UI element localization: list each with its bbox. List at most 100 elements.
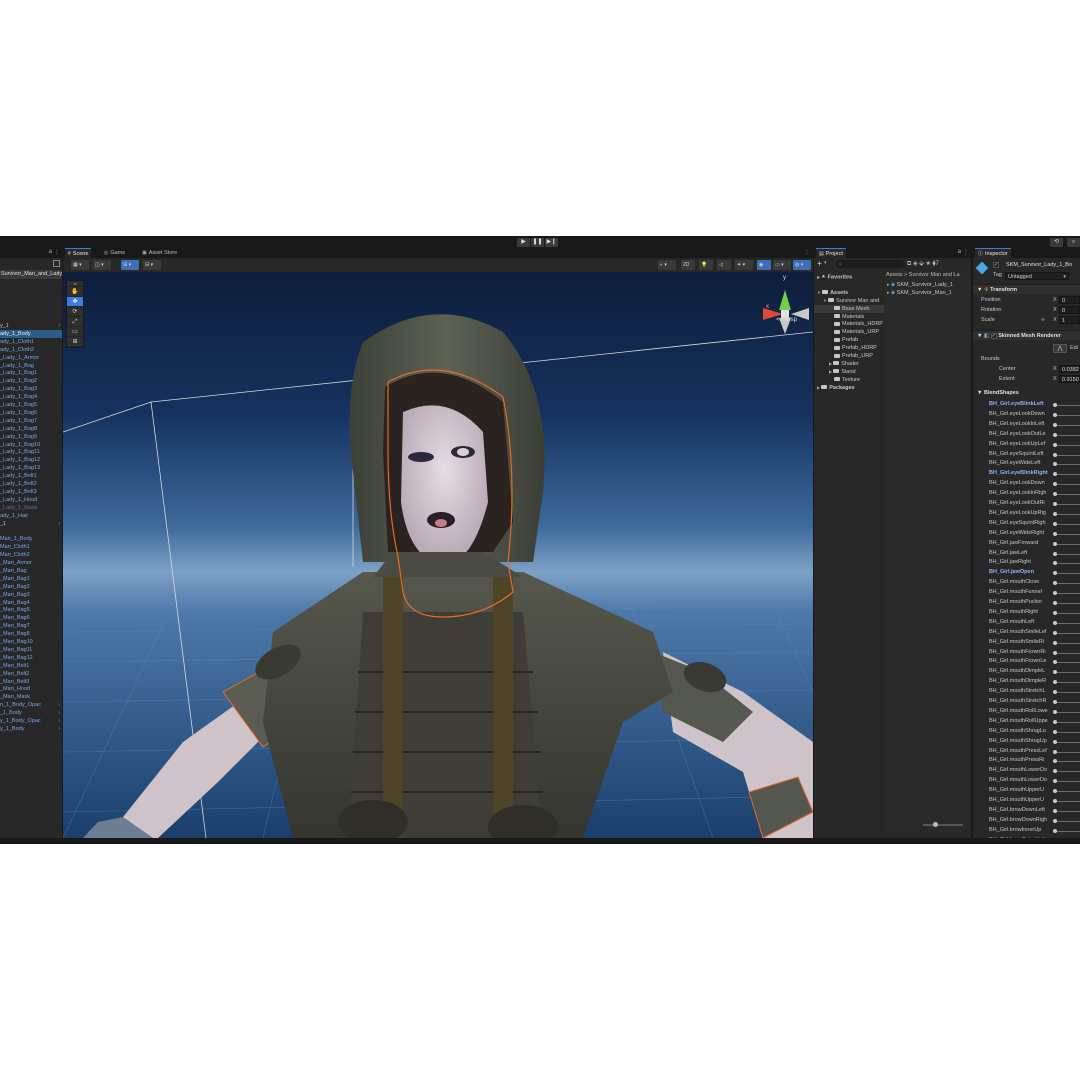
lock-icon[interactable]: a <box>958 249 961 255</box>
blendshape-slider-track[interactable] <box>1057 593 1080 595</box>
tag-dropdown[interactable]: Untagged ▾ <box>1005 272 1069 280</box>
blendshape-slider-track[interactable] <box>1057 741 1080 743</box>
blendshape-slider-track[interactable] <box>1057 513 1080 515</box>
scale-tool-icon[interactable]: ⤢ <box>67 317 83 327</box>
hierarchy-item[interactable]: _Man_Bag <box>0 567 62 575</box>
blendshape-row[interactable]: BH_Girl.mouthRollLowe <box>989 707 1080 717</box>
edit-bounds-icon[interactable]: ⋀ <box>1053 344 1067 353</box>
slider-knob[interactable] <box>1053 818 1057 823</box>
slider-knob[interactable] <box>1053 422 1057 427</box>
rect-tool-icon[interactable]: ▭ <box>67 327 83 337</box>
blendshape-slider-track[interactable] <box>1057 642 1080 644</box>
slider-knob[interactable] <box>1053 729 1057 734</box>
blendshape-slider-track[interactable] <box>1057 573 1080 575</box>
slider-knob[interactable] <box>1053 610 1057 615</box>
blendshape-slider-track[interactable] <box>1057 474 1080 476</box>
pause-button[interactable]: ❚❚ <box>531 238 544 247</box>
hierarchy-item[interactable]: _Man_Bag12 <box>0 654 62 662</box>
hierarchy-item[interactable]: _Man_Bag2 <box>0 583 62 591</box>
hierarchy-item[interactable]: _Man_Bag8 <box>0 630 62 638</box>
blendshape-row[interactable]: BH_Girl.eyeLookOutLe <box>989 430 1080 440</box>
hierarchy-item[interactable]: _Man_Bag10 <box>0 638 62 646</box>
lighting-icon[interactable]: 💡 <box>699 260 713 270</box>
blendshape-slider-track[interactable] <box>1057 464 1080 466</box>
hierarchy-item[interactable]: _Lady_1_Bag <box>0 362 62 370</box>
blendshape-slider-track[interactable] <box>1057 702 1080 703</box>
blendshape-row[interactable]: BH_Girl.mouthFrownRi <box>989 648 1080 658</box>
blendshape-row[interactable]: BH_Girl.eyeWideLeft <box>989 459 1080 469</box>
blendshape-slider-track[interactable] <box>1057 761 1080 763</box>
hierarchy-item[interactable]: _Lady_1_Bag7 <box>0 417 62 425</box>
hierarchy-item[interactable]: ady_1_Hair <box>0 512 62 520</box>
blendshape-slider-track[interactable] <box>1057 771 1080 773</box>
slider-knob[interactable] <box>1053 828 1057 833</box>
project-tree-item[interactable]: ▶ Stand <box>814 368 884 376</box>
project-tree-item[interactable]: Texture <box>814 376 884 384</box>
blendshape-row[interactable]: BH_Girl.mouthDimpleL <box>989 667 1080 677</box>
hierarchy-item[interactable]: _Man_Bag6 <box>0 614 62 622</box>
blendshape-slider-track[interactable] <box>1057 603 1080 604</box>
slider-knob[interactable] <box>1053 551 1057 556</box>
blendshape-slider-track[interactable] <box>1057 494 1080 496</box>
slider-knob[interactable] <box>1053 601 1057 605</box>
slider-knob[interactable] <box>1053 690 1057 695</box>
menu-icon[interactable]: ⋮ <box>804 249 810 256</box>
slider-knob[interactable] <box>1053 749 1057 754</box>
blendshape-row[interactable]: BH_Girl.eyeLookInLeft <box>989 420 1080 430</box>
slider-knob[interactable] <box>1053 779 1057 784</box>
slider-knob[interactable] <box>1053 660 1057 665</box>
blendshape-row[interactable]: BH_Girl.browDownLeft <box>989 806 1080 816</box>
hierarchy-item[interactable]: Man_Cloth2 <box>0 551 62 559</box>
project-tree-item[interactable]: Base Mesh <box>814 304 884 313</box>
hierarchy-item[interactable]: Man_Cloth1 <box>0 543 62 551</box>
blendshape-row[interactable]: BH_Girl.jawForward <box>989 539 1080 549</box>
blendshape-slider-track[interactable] <box>1057 543 1080 545</box>
blendshape-row[interactable]: BH_Girl.mouthSmileRi <box>989 638 1080 648</box>
project-tree-item[interactable]: ▼ Survivor Man and <box>814 297 884 305</box>
blendshape-slider-track[interactable] <box>1057 563 1080 565</box>
blendshape-slider-track[interactable] <box>1057 801 1080 802</box>
slider-knob[interactable] <box>1053 620 1057 625</box>
hierarchy-item[interactable]: y_1 › <box>0 322 62 330</box>
perspective-label[interactable]: < Persp <box>776 317 797 323</box>
scale-x-field[interactable]: 1 <box>1059 316 1080 324</box>
blendshape-slider-track[interactable] <box>1057 830 1080 832</box>
camera-dropdown[interactable]: ▭ ▾ <box>773 260 791 270</box>
object-name[interactable]: SKM_Survivor_Lady_1_Bo <box>1006 261 1072 270</box>
slider-knob[interactable] <box>933 822 938 827</box>
slider-knob[interactable] <box>1053 531 1057 536</box>
active-toggle[interactable]: ✓ <box>993 261 999 270</box>
slider-knob[interactable] <box>1053 591 1057 596</box>
blendshape-row[interactable]: BH_Girl.mouthLowerDo <box>989 766 1080 776</box>
slider-knob[interactable] <box>1053 442 1057 447</box>
hierarchy-item[interactable]: y_1_Body_Opac › <box>0 717 62 725</box>
scene-viewport[interactable]: y x < Persp ═ ✋ ✥ ⟳ ⤢ ▭ ⊞ <box>63 272 813 838</box>
tab-asset-store[interactable]: ▣ Asset Store <box>139 248 180 258</box>
blendshape-row[interactable]: BH_Girl.eyeBlinkLeft <box>989 400 1080 410</box>
hierarchy-item[interactable]: _Lady_1_Bag3 <box>0 385 62 393</box>
hierarchy-item[interactable]: _Lady_1_Bag5 <box>0 401 62 409</box>
hierarchy-item[interactable]: _1 › <box>0 520 62 528</box>
project-tree-item[interactable]: Prefab <box>814 336 884 344</box>
slider-knob[interactable] <box>1053 799 1057 803</box>
active-checkbox[interactable]: ✓ <box>993 261 999 268</box>
blendshape-row[interactable]: BH_Girl.mouthLowerDo <box>989 776 1080 786</box>
blendshape-row[interactable]: BH_Girl.mouthRight <box>989 608 1080 618</box>
hierarchy-item[interactable]: _Lady_1_Belt2 <box>0 480 62 488</box>
blendshape-row[interactable]: BH_Girl.mouthRollUppe <box>989 717 1080 727</box>
rotation-x-field[interactable]: 0 <box>1059 306 1080 314</box>
slider-knob[interactable] <box>1053 403 1057 407</box>
blendshape-slider-track[interactable] <box>1057 414 1080 416</box>
slider-knob[interactable] <box>1053 571 1057 576</box>
draw-mode-dropdown[interactable]: ▦ ▾ <box>71 260 89 270</box>
blendshape-slider-track[interactable] <box>1057 632 1080 634</box>
hierarchy-item[interactable]: _Man_Bag1 <box>0 575 62 583</box>
project-tree-item[interactable]: Prefab_URP <box>814 352 884 360</box>
slider-knob[interactable] <box>1053 492 1057 497</box>
blendshape-slider-track[interactable] <box>1057 682 1080 684</box>
hierarchy-item[interactable]: _Lady_1_Bag12 <box>0 456 62 464</box>
slider-knob[interactable] <box>1053 808 1057 813</box>
hierarchy-item[interactable]: _Lady_1_Belt3 <box>0 488 62 496</box>
project-tree-item[interactable]: ▼ Assets <box>814 289 884 297</box>
mode-2d-toggle[interactable]: 2D <box>681 260 695 270</box>
